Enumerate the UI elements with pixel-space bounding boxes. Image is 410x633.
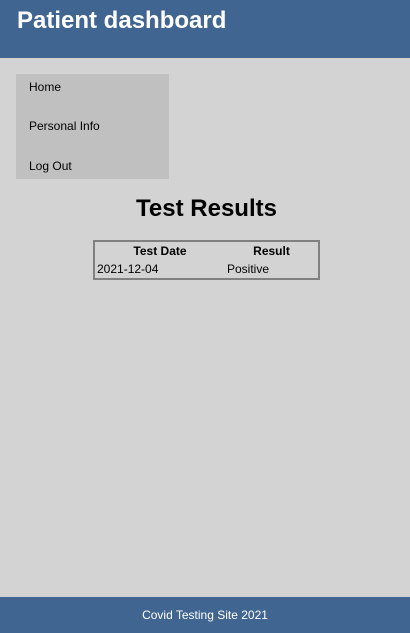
footer-text: Covid Testing Site 2021 bbox=[142, 608, 268, 622]
sidebar-item-personal-info[interactable]: Personal Info bbox=[29, 119, 100, 133]
sidebar-item-home[interactable]: Home bbox=[29, 80, 61, 94]
app-title: Patient dashboard bbox=[17, 7, 227, 34]
column-header-test-date: Test Date bbox=[133, 244, 187, 258]
page-header: Patient dashboard bbox=[0, 0, 410, 58]
table-row: 2021-12-04 Positive bbox=[95, 260, 318, 278]
column-header-result: Result bbox=[253, 244, 290, 258]
page-title: Test Results bbox=[136, 195, 277, 222]
test-results-table: Test Date Result 2021-12-04 Positive bbox=[93, 240, 320, 280]
page-footer: Covid Testing Site 2021 bbox=[0, 597, 410, 633]
test-date-cell: 2021-12-04 bbox=[97, 262, 159, 276]
table-header-row: Test Date Result bbox=[95, 242, 318, 260]
sidebar-nav: Home Personal Info Log Out bbox=[16, 74, 169, 179]
sidebar-item-log-out[interactable]: Log Out bbox=[29, 159, 72, 173]
result-cell: Positive bbox=[227, 262, 270, 276]
